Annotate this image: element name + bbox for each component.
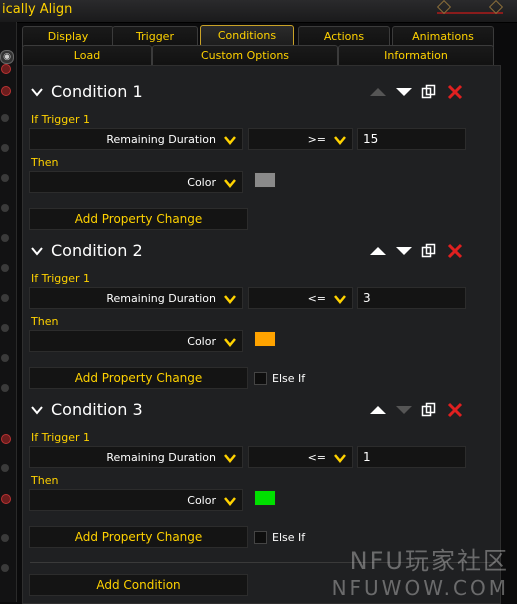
then-property-value: Color [187, 335, 216, 348]
if-trigger-label: If Trigger 1 [31, 272, 91, 285]
move-down-icon[interactable] [395, 404, 413, 416]
add-property-change-button[interactable]: Add Property Change [29, 367, 248, 389]
strip-icon [1, 354, 9, 362]
duplicate-icon[interactable] [421, 402, 437, 418]
strip-icon [1, 434, 11, 444]
strip-icon [1, 64, 11, 74]
duplicate-icon[interactable] [421, 84, 437, 100]
dropdown-arrow-icon [334, 136, 346, 145]
tab-display[interactable]: Display [22, 26, 114, 47]
strip-icon [1, 464, 9, 472]
dropdown-arrow-icon [334, 454, 346, 463]
dropdown-arrow-icon [224, 136, 236, 145]
operator-dropdown[interactable]: <= [248, 446, 353, 468]
collapse-chevron-icon[interactable] [30, 85, 44, 99]
tab-animations[interactable]: Animations [392, 26, 494, 47]
move-up-icon[interactable] [369, 86, 387, 98]
then-label: Then [31, 315, 59, 328]
delete-icon[interactable] [447, 84, 463, 100]
strip-icon [1, 324, 9, 332]
delete-icon[interactable] [447, 402, 463, 418]
move-up-icon[interactable] [369, 245, 387, 257]
dropdown-arrow-icon [334, 295, 346, 304]
watermark-line1: NFU玩家社区 [349, 547, 509, 575]
add-property-change-button[interactable]: Add Property Change [29, 526, 248, 548]
strip-icon [1, 234, 9, 242]
else-if-label: Else If [272, 372, 306, 385]
strip-icon [1, 144, 9, 152]
strip-icon [1, 494, 11, 504]
condition-title: Condition 1 [51, 82, 143, 101]
if-trigger-label: If Trigger 1 [31, 113, 91, 126]
then-label: Then [31, 474, 59, 487]
color-swatch[interactable] [254, 331, 276, 347]
move-down-icon[interactable] [395, 86, 413, 98]
property-dropdown[interactable]: Remaining Duration [29, 287, 243, 309]
collapse-chevron-icon[interactable] [30, 403, 44, 417]
color-swatch[interactable] [254, 172, 276, 188]
dropdown-arrow-icon [224, 338, 236, 347]
strip-icon [1, 204, 9, 212]
operator-dropdown[interactable]: <= [248, 287, 353, 309]
then-property-dropdown[interactable]: Color [29, 489, 243, 511]
property-dropdown-value: Remaining Duration [106, 292, 216, 305]
collapse-chevron-icon[interactable] [30, 244, 44, 258]
tab-information[interactable]: Information [338, 45, 494, 66]
else-if-checkbox[interactable] [254, 531, 267, 544]
tab-trigger[interactable]: Trigger [112, 26, 198, 47]
condition-title: Condition 3 [51, 400, 143, 419]
value-input[interactable]: 15 [357, 128, 466, 150]
tab-conditions[interactable]: Conditions [200, 25, 294, 47]
strip-icon [1, 264, 9, 272]
then-property-dropdown[interactable]: Color [29, 330, 243, 352]
property-dropdown[interactable]: Remaining Duration [29, 128, 243, 150]
strip-icon [1, 114, 9, 122]
value-input[interactable]: 1 [357, 446, 466, 468]
window-title-bar: ically Align [0, 0, 517, 23]
then-property-value: Color [187, 494, 216, 507]
move-down-icon[interactable] [395, 245, 413, 257]
operator-dropdown-value: <= [307, 292, 326, 305]
tab-custom-options[interactable]: Custom Options [152, 45, 338, 66]
else-if-label: Else If [272, 531, 306, 544]
operator-dropdown[interactable]: >= [248, 128, 353, 150]
dropdown-arrow-icon [224, 497, 236, 506]
tab-actions[interactable]: Actions [298, 26, 390, 47]
property-dropdown[interactable]: Remaining Duration [29, 446, 243, 468]
color-swatch[interactable] [254, 490, 276, 506]
add-condition-button[interactable]: Add Condition [29, 574, 248, 596]
delete-icon[interactable] [447, 243, 463, 259]
add-property-change-button[interactable]: Add Property Change [29, 208, 248, 230]
watermark: NFU玩家社区 NFUWOW.COM [332, 541, 509, 600]
tab-load[interactable]: Load [22, 45, 152, 66]
else-if-checkbox[interactable] [254, 372, 267, 385]
dropdown-arrow-icon [224, 295, 236, 304]
if-trigger-label: If Trigger 1 [31, 431, 91, 444]
operator-dropdown-value: >= [307, 133, 326, 146]
operator-dropdown-value: <= [307, 451, 326, 464]
window-title: ically Align [2, 2, 73, 17]
title-ornament-icon [437, 0, 503, 14]
property-dropdown-value: Remaining Duration [106, 133, 216, 146]
move-up-icon[interactable] [369, 404, 387, 416]
strip-icon [1, 294, 9, 302]
then-label: Then [31, 156, 59, 169]
condition-title: Condition 2 [51, 241, 143, 260]
then-property-dropdown[interactable]: Color [29, 171, 243, 193]
strip-icon [1, 174, 9, 182]
dropdown-arrow-icon [224, 179, 236, 188]
strip-icon [1, 534, 9, 542]
strip-icon [1, 86, 11, 96]
dropdown-arrow-icon [224, 454, 236, 463]
then-property-value: Color [187, 176, 216, 189]
property-dropdown-value: Remaining Duration [106, 451, 216, 464]
strip-icon [1, 564, 9, 572]
left-strip: ◉ [0, 22, 17, 602]
strip-toggle-icon[interactable]: ◉ [0, 50, 14, 64]
duplicate-icon[interactable] [421, 243, 437, 259]
strip-icon [1, 384, 9, 392]
value-input[interactable]: 3 [357, 287, 466, 309]
watermark-line2: NFUWOW.COM [331, 576, 509, 600]
